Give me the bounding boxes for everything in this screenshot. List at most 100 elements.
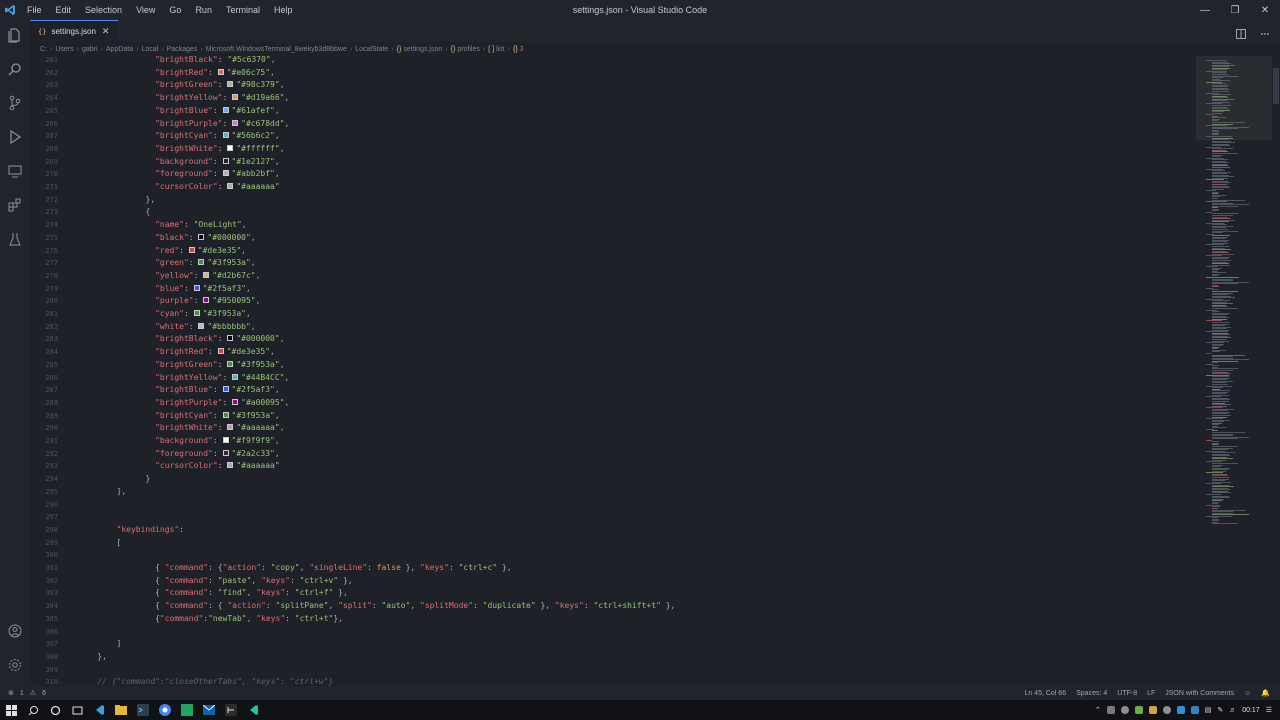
action-center-icon[interactable]: ☰ (1266, 706, 1272, 714)
code-line[interactable]: 296 (30, 499, 1196, 512)
file-explorer-taskbar-icon[interactable] (110, 700, 132, 720)
color-swatch[interactable] (227, 144, 234, 151)
spreadsheet-taskbar-icon[interactable] (176, 700, 198, 720)
remote-explorer-icon[interactable] (6, 162, 24, 180)
color-swatch[interactable] (222, 132, 229, 139)
code-line[interactable]: 298 "keybindings": (30, 524, 1196, 537)
menu-item-edit[interactable]: Edit (49, 0, 79, 20)
close-window-button[interactable]: ✕ (1250, 0, 1280, 20)
cortana-icon[interactable] (44, 700, 66, 720)
tray-app-icon[interactable] (1190, 706, 1199, 714)
code-line[interactable]: 290 "brightWhite": "#aaaaaa", (30, 422, 1196, 435)
color-swatch[interactable] (198, 233, 205, 240)
problems-indicator[interactable]: ⊗ 1 ⚠ 6 (8, 689, 46, 698)
code-line[interactable]: 269 "background": "#1e2127", (30, 156, 1196, 169)
color-swatch[interactable] (227, 360, 234, 367)
breadcrumb-item[interactable]: Users (55, 46, 73, 53)
feedback-icon[interactable]: ☺ (1244, 690, 1251, 697)
tray-app-icon[interactable] (1176, 706, 1185, 714)
menu-item-terminal[interactable]: Terminal (219, 0, 267, 20)
code-line[interactable]: 277 "green": "#3f953a", (30, 257, 1196, 270)
code-line[interactable]: 265 "brightBlue": "#61afef", (30, 105, 1196, 118)
menu-item-view[interactable]: View (129, 0, 162, 20)
breadcrumb-item[interactable]: LocalState (355, 46, 388, 53)
cursor-position[interactable]: Ln 45, Col 66 (1024, 690, 1066, 697)
code-line[interactable]: 281 "cyan": "#3f953a", (30, 308, 1196, 321)
tray-app-icon[interactable] (1162, 706, 1171, 714)
minimize-button[interactable]: — (1190, 0, 1220, 20)
code-line[interactable]: 295 ], (30, 486, 1196, 499)
breadcrumb-item[interactable]: {} 3 (513, 46, 524, 53)
color-swatch[interactable] (222, 157, 229, 164)
code-line[interactable]: 299 [ (30, 537, 1196, 550)
close-tab-icon[interactable]: ✕ (102, 26, 110, 37)
color-swatch[interactable] (227, 183, 234, 189)
encoding[interactable]: UTF-8 (1117, 690, 1137, 697)
code-line[interactable]: 307 ] (30, 638, 1196, 651)
code-line[interactable]: 303 { "command": "find", "keys": "ctrl+f… (30, 587, 1196, 600)
color-swatch[interactable] (203, 297, 210, 304)
color-swatch[interactable] (232, 94, 239, 101)
code-line[interactable]: 306 (30, 626, 1196, 639)
color-swatch[interactable] (227, 335, 234, 342)
code-line[interactable]: 308 }, (30, 651, 1196, 664)
color-swatch[interactable] (232, 398, 239, 405)
code-line[interactable]: 291 "background": "#f9f9f9", (30, 435, 1196, 448)
menu-item-go[interactable]: Go (162, 0, 188, 20)
vscode-insiders-taskbar-icon[interactable] (242, 700, 264, 720)
code-line[interactable]: 282 "white": "#bbbbbb", (30, 321, 1196, 334)
breadcrumb-item[interactable]: Microsoft.WindowsTerminal_8wekyb3d8bbwe (206, 46, 347, 53)
code-line[interactable]: 279 "blue": "#2f5af3", (30, 283, 1196, 296)
code-line[interactable]: 283 "brightBlack": "#000000", (30, 333, 1196, 346)
settings-gear-icon[interactable] (6, 656, 24, 674)
code-line[interactable]: 289 "brightCyan": "#3f953a", (30, 410, 1196, 423)
breadcrumb-item[interactable]: {} settings.json (397, 46, 443, 53)
code-line[interactable]: 266 "brightPurple": "#c678dd", (30, 118, 1196, 131)
code-line[interactable]: 264 "brightYellow": "#d19a66", (30, 92, 1196, 105)
testing-icon[interactable] (6, 230, 24, 248)
code-line[interactable]: 305 {"command":"newTab", "keys": "ctrl+t… (30, 613, 1196, 626)
color-swatch[interactable] (227, 81, 234, 88)
task-view-icon[interactable] (66, 700, 88, 720)
source-control-icon[interactable] (6, 94, 24, 112)
tab-settings-json[interactable]: {} settings.json ✕ (30, 20, 118, 42)
color-swatch[interactable] (217, 348, 224, 355)
git-taskbar-icon[interactable] (220, 700, 242, 720)
code-line[interactable]: 262 "brightRed": "#e06c75", (30, 67, 1196, 80)
code-line[interactable]: 293 "cursorColor": "#aaaaaa" (30, 460, 1196, 473)
code-line[interactable]: 294 } (30, 473, 1196, 486)
breadcrumb-item[interactable]: gabri (82, 46, 98, 53)
color-swatch[interactable] (227, 424, 234, 431)
color-swatch[interactable] (227, 462, 234, 469)
scrollbar-thumb[interactable] (1273, 68, 1279, 104)
color-swatch[interactable] (222, 386, 229, 393)
color-swatch[interactable] (193, 284, 200, 291)
breadcrumb-item[interactable]: Local (141, 46, 158, 53)
code-line[interactable]: 297 (30, 511, 1196, 524)
code-line[interactable]: 267 "brightCyan": "#56b6c2", (30, 130, 1196, 143)
code-line[interactable]: 288 "brightPurple": "#a00095", (30, 397, 1196, 410)
code-line[interactable]: 275 "black": "#000000", (30, 232, 1196, 245)
code-line[interactable]: 273 { (30, 206, 1196, 219)
color-swatch[interactable] (222, 437, 229, 443)
end-of-line[interactable]: LF (1147, 690, 1155, 697)
extensions-icon[interactable] (6, 196, 24, 214)
accounts-icon[interactable] (6, 622, 24, 640)
tray-app-icon[interactable] (1106, 706, 1115, 714)
code-line[interactable]: 274 "name": "OneLight", (30, 219, 1196, 232)
color-swatch[interactable] (198, 259, 205, 266)
color-swatch[interactable] (232, 119, 239, 126)
menu-item-help[interactable]: Help (267, 0, 300, 20)
breadcrumb-item[interactable]: {} profiles (451, 46, 480, 53)
code-line[interactable]: 304 { "command": { "action": "splitPane"… (30, 600, 1196, 613)
color-swatch[interactable] (222, 449, 229, 456)
code-line[interactable]: 309 (30, 664, 1196, 677)
color-swatch[interactable] (217, 68, 224, 75)
terminal-taskbar-icon[interactable] (132, 700, 154, 720)
breadcrumb-item[interactable]: AppData (106, 46, 133, 53)
code-line[interactable]: 301 { "command": {"action": "copy", "sin… (30, 562, 1196, 575)
code-line[interactable]: 310 // {"command":"closeOtherTabs", "key… (30, 676, 1196, 686)
color-swatch[interactable] (232, 373, 239, 380)
mail-taskbar-icon[interactable] (198, 700, 220, 720)
notifications-icon[interactable]: 🔔 (1261, 689, 1270, 697)
